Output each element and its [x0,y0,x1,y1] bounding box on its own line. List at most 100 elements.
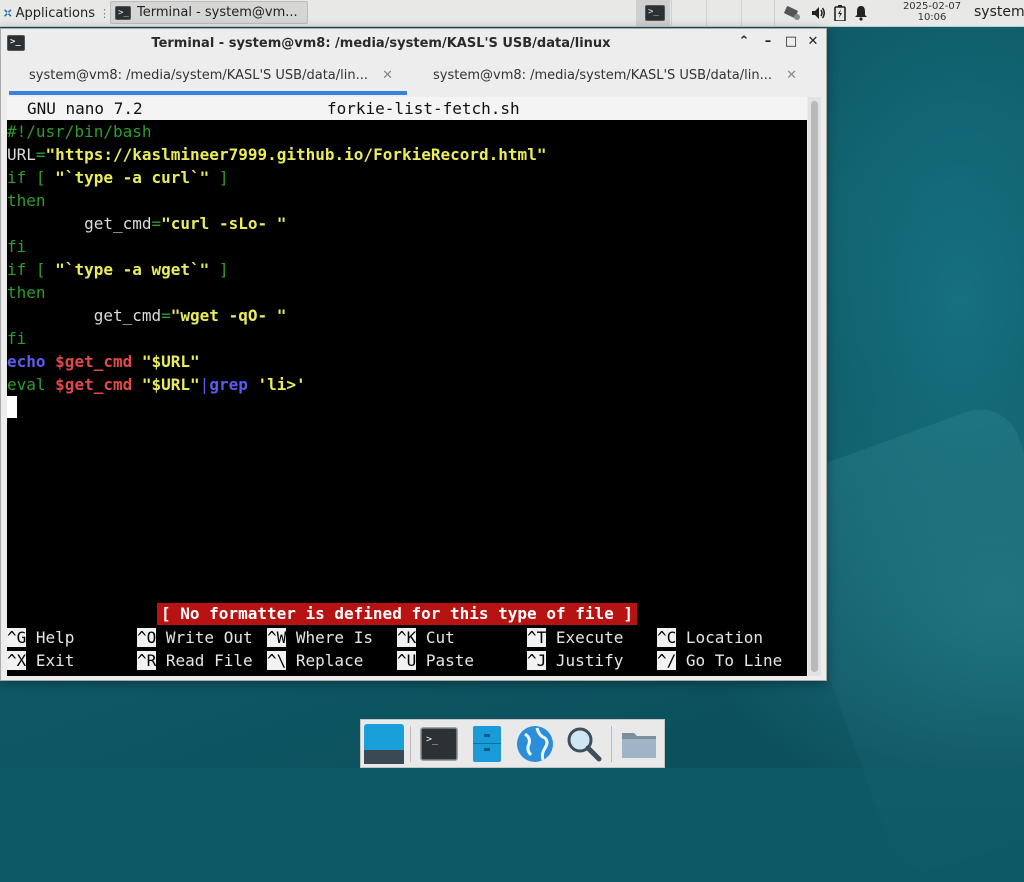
svg-text:>_: >_ [426,734,439,745]
battery-icon[interactable] [834,5,846,21]
close-button[interactable]: ✕ [805,34,821,50]
shortcut-item: ^U Paste [397,649,474,672]
window-title: Terminal - system@vm8: /media/system/KAS… [151,36,611,51]
code-token: eval [7,375,46,394]
shortcut-label: Execute [546,628,624,647]
workspace-4-button[interactable] [741,0,775,26]
text-cursor [7,396,17,418]
code-token: then [7,191,46,210]
code-token: #!/usr/bin/bash [7,122,152,141]
applications-menu-button[interactable]: Applications ⋮ [0,0,110,26]
file-manager-icon [473,726,501,762]
code-token: $get_cmd [55,375,133,394]
shortcut-label: Where Is [286,628,373,647]
shortcut-key: ^W [267,628,287,647]
workspace-1-button[interactable]: >_ [636,0,670,26]
code-token: "wget -qO- " [170,306,287,325]
code-line: fi [7,327,26,350]
terminal-launcher[interactable]: >_ [419,724,459,764]
user-menu[interactable]: system [974,4,1024,20]
applications-label: Applications [15,5,95,21]
shortcut-item: ^G Help [7,626,74,649]
web-browser-icon [517,726,553,762]
folder-launcher[interactable] [619,724,659,764]
scrollbar[interactable] [808,97,821,676]
code-line: if [ "`type -a wget`" ] [7,258,229,281]
chevron-up-icon[interactable]: ⌃ [736,34,752,50]
status-message: [ No formatter is defined for this type … [157,603,638,625]
code-token: ] [209,260,229,279]
show-desktop-button[interactable] [364,724,404,764]
network-icon[interactable] [782,5,802,21]
shortcut-key: ^O [137,628,157,647]
tab-2[interactable]: system@vm8: /media/system/KASL'S USB/dat… [413,59,811,95]
code-token: get_cmd [7,214,152,233]
shortcut-key: ^U [397,651,417,670]
shortcut-label: Read File [156,651,253,670]
close-icon[interactable]: ✕ [786,59,797,93]
nano-editor[interactable]: GNU nano 7.2 forkie-list-fetch.sh #!/usr… [7,97,807,676]
workspace-3-button[interactable] [706,0,740,26]
terminal-window: >_ Terminal - system@vm8: /media/system/… [0,28,827,681]
nano-header: GNU nano 7.2 forkie-list-fetch.sh [7,97,807,120]
tab-1-label: system@vm8: /media/system/KASL'S USB/dat… [29,68,368,83]
shortcut-key: ^T [527,628,547,647]
code-line: get_cmd="curl -sLo- " [7,212,286,235]
show-desktop-icon [364,724,404,764]
scrollbar-thumb[interactable] [811,101,818,672]
shortcut-label: Write Out [156,628,253,647]
shortcut-item: ^O Write Out [137,626,253,649]
code-token: get_cmd [7,306,162,325]
web-browser-launcher[interactable] [515,724,555,764]
code-line: then [7,281,46,304]
app-finder-launcher[interactable] [563,724,603,764]
code-token: 'li>' [257,375,306,394]
clock-time: 10:06 [917,12,947,23]
code-token: | [199,375,210,394]
minimize-button[interactable]: – [760,34,776,50]
nano-filename: forkie-list-fetch.sh [327,99,520,118]
shortcut-label: Help [26,628,75,647]
maximize-button[interactable]: □ [783,34,799,50]
code-token: = [35,145,46,164]
code-line: #!/usr/bin/bash [7,120,152,143]
terminal-tabs: system@vm8: /media/system/KASL'S USB/dat… [9,59,818,95]
notification-bell-icon[interactable] [854,5,868,21]
volume-icon[interactable] [810,5,826,21]
clock-date: 2025-02-07 [902,1,962,12]
system-tray [782,0,868,26]
shortcut-item: ^\ Replace [267,649,363,672]
shortcut-item: ^/ Go To Line [657,649,782,672]
shortcut-key: ^C [657,628,677,647]
clock[interactable]: 2025-02-07 10:06 [896,1,968,23]
top-panel: Applications ⋮ >_ Terminal - system@vm..… [0,0,1024,27]
shortcut-item: ^R Read File [137,649,253,672]
shortcut-item: ^C Location [657,626,763,649]
shortcut-label: Paste [416,651,475,670]
workspace-2-button[interactable] [671,0,705,26]
close-icon[interactable]: ✕ [382,59,393,91]
code-line: get_cmd="wget -qO- " [7,304,287,327]
code-token: "$URL" [141,375,200,394]
code-token: "curl -sLo- " [161,214,287,233]
shortcut-item: ^W Where Is [267,626,373,649]
code-line: eval $get_cmd "$URL"|grep 'li>' [7,373,306,396]
file-manager-launcher[interactable] [467,724,507,764]
shortcut-item: ^X Exit [7,649,74,672]
app-finder-icon [567,727,602,762]
terminal-icon: >_ [420,727,458,761]
tab-1[interactable]: system@vm8: /media/system/KASL'S USB/dat… [9,59,407,95]
shortcut-key: ^/ [657,651,677,670]
code-token: echo [7,352,46,371]
shortcut-item: ^K Cut [397,626,455,649]
shortcut-key: ^J [527,651,547,670]
shortcut-key: ^X [7,651,27,670]
window-titlebar[interactable]: >_ Terminal - system@vm8: /media/system/… [1,29,826,57]
code-token: then [7,283,46,302]
dock: >_ [360,719,665,768]
taskbar-terminal-button[interactable]: >_ Terminal - system@vm... [110,1,308,24]
